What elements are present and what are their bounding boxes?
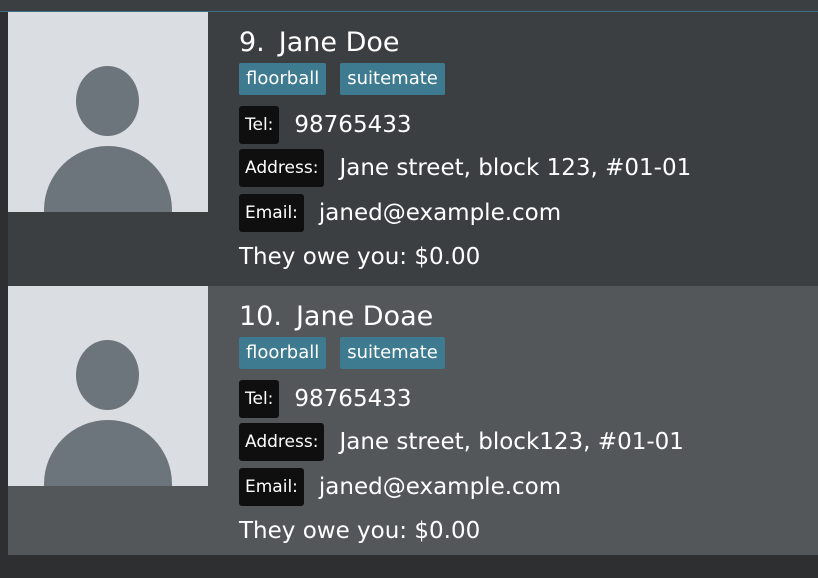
person-index: 10. (239, 301, 282, 332)
phone-field: Tel: 98765433 (239, 106, 411, 144)
email-field: Email: janed@example.com (239, 194, 561, 232)
phone-value: 98765433 (294, 112, 412, 138)
address-field: Address: Jane street, block 123, #01-01 (239, 149, 691, 187)
phone-field: Tel: 98765433 (239, 380, 411, 418)
avatar-placeholder-icon (8, 12, 208, 212)
address-value: Jane street, block123, #01-01 (339, 429, 684, 455)
address-label: Address: (239, 423, 325, 461)
person-name-row: 10. Jane Doae (239, 300, 433, 334)
address-value: Jane street, block 123, #01-01 (339, 155, 692, 181)
avatar-head-shape (76, 340, 139, 410)
address-field: Address: Jane street, block123, #01-01 (239, 423, 684, 461)
list-top-edge (0, 0, 818, 12)
email-value: janed@example.com (318, 474, 562, 500)
person-list[interactable]: 9. Jane Doe floorball suitemate Tel: 9876… (8, 12, 818, 555)
avatar-body-shape (44, 420, 172, 486)
email-value: janed@example.com (318, 200, 562, 226)
tag-list: floorball suitemate (239, 63, 445, 95)
tag: floorball (239, 337, 327, 369)
person-name-row: 9. Jane Doe (239, 26, 400, 60)
owe-amount: They owe you: $0.00 (239, 518, 481, 544)
avatar-body-shape (44, 146, 172, 212)
person-card[interactable]: 10. Jane Doae floorball suitemate Tel: 98… (8, 286, 818, 555)
owe-amount: They owe you: $0.00 (239, 244, 481, 270)
tag: floorball (239, 63, 327, 95)
address-label: Address: (239, 149, 325, 187)
tag-list: floorball suitemate (239, 337, 445, 369)
person-name: Jane Doae (295, 301, 434, 332)
email-label: Email: (239, 194, 304, 232)
tag: suitemate (340, 63, 445, 95)
phone-label: Tel: (239, 106, 280, 144)
email-field: Email: janed@example.com (239, 468, 561, 506)
email-label: Email: (239, 468, 304, 506)
person-card[interactable]: 9. Jane Doe floorball suitemate Tel: 9876… (8, 12, 818, 286)
person-index: 9. (239, 27, 265, 58)
avatar-placeholder-icon (8, 286, 208, 486)
phone-label: Tel: (239, 380, 280, 418)
avatar-head-shape (76, 66, 139, 136)
tag: suitemate (340, 337, 445, 369)
person-name: Jane Doe (278, 27, 400, 58)
phone-value: 98765433 (294, 386, 412, 412)
